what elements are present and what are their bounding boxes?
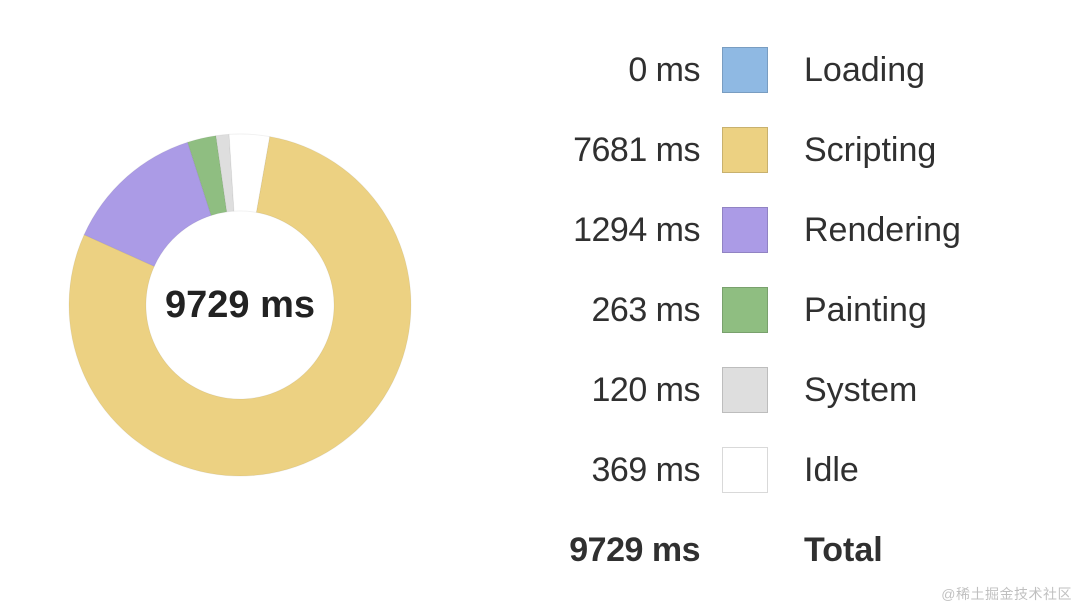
- legend-value: 369 ms: [480, 451, 700, 490]
- donut-svg: [60, 125, 420, 485]
- legend: 0 ms Loading 7681 ms Scripting 1294 ms R…: [480, 20, 1080, 590]
- legend-label: System: [804, 371, 1050, 410]
- donut-chart: 9729 ms: [60, 125, 420, 485]
- legend-swatch: [722, 367, 768, 413]
- legend-value: 263 ms: [480, 291, 700, 330]
- legend-value-total: 9729 ms: [480, 531, 700, 570]
- legend-label: Painting: [804, 291, 1050, 330]
- legend-label: Rendering: [804, 211, 1050, 250]
- legend-swatch: [722, 127, 768, 173]
- donut-chart-area: 9729 ms: [0, 0, 480, 610]
- legend-value: 7681 ms: [480, 131, 700, 170]
- legend-row-scripting: 7681 ms Scripting: [480, 110, 1050, 190]
- legend-value: 120 ms: [480, 371, 700, 410]
- legend-row-system: 120 ms System: [480, 350, 1050, 430]
- legend-label: Loading: [804, 51, 1050, 90]
- watermark: @稀土掘金技术社区: [941, 584, 1072, 604]
- legend-row-painting: 263 ms Painting: [480, 270, 1050, 350]
- legend-row-rendering: 1294 ms Rendering: [480, 190, 1050, 270]
- legend-swatch: [722, 287, 768, 333]
- legend-row-idle: 369 ms Idle: [480, 430, 1050, 510]
- legend-value: 0 ms: [480, 51, 700, 90]
- legend-swatch: [722, 207, 768, 253]
- legend-swatch: [722, 447, 768, 493]
- legend-label: Scripting: [804, 131, 1050, 170]
- legend-value: 1294 ms: [480, 211, 700, 250]
- legend-swatch: [722, 47, 768, 93]
- legend-label-total: Total: [804, 531, 1050, 570]
- legend-row-loading: 0 ms Loading: [480, 30, 1050, 110]
- legend-row-total: 9729 ms Total: [480, 510, 1050, 590]
- legend-label: Idle: [804, 451, 1050, 490]
